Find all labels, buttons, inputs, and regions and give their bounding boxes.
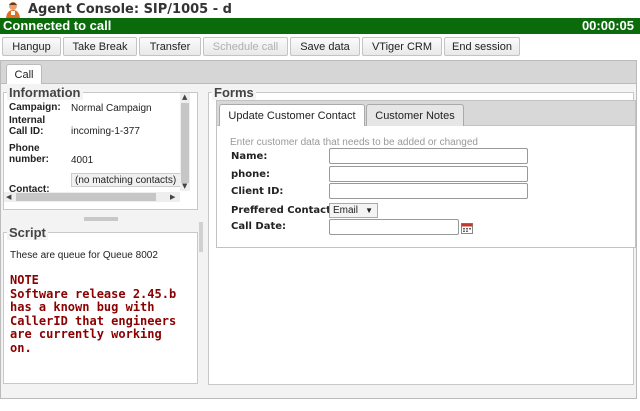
scroll-right-icon[interactable]: ▶	[170, 193, 175, 201]
hangup-button[interactable]: Hangup	[2, 37, 61, 56]
preferred-contact-select[interactable]: Email ▼	[329, 203, 378, 218]
preferred-contact-value: Email	[333, 205, 359, 216]
call-id-label: Internal Call ID:	[9, 115, 46, 137]
transfer-button[interactable]: Transfer	[139, 37, 201, 56]
horizontal-scroll-thumb[interactable]	[16, 193, 156, 201]
information-title: Information	[7, 85, 83, 100]
toolbar: Hangup Take Break Transfer Schedule call…	[0, 35, 640, 59]
form-hint: Enter customer data that needs to be add…	[230, 137, 478, 148]
name-input[interactable]	[329, 148, 528, 164]
agent-avatar-icon	[6, 2, 20, 18]
end-session-button[interactable]: End session	[444, 37, 520, 56]
scroll-left-icon[interactable]: ◀	[6, 193, 11, 201]
tab-update-customer-contact[interactable]: Update Customer Contact	[219, 104, 365, 127]
save-data-button[interactable]: Save data	[290, 37, 360, 56]
call-date-input[interactable]	[329, 219, 459, 235]
calendar-icon[interactable]	[461, 222, 473, 234]
vertical-splitter-handle[interactable]	[199, 222, 203, 252]
call-timer: 00:00:05	[581, 18, 634, 33]
client-id-input[interactable]	[329, 183, 528, 199]
client-id-label: Client ID:	[231, 186, 284, 197]
main-tab-strip: Call	[0, 60, 637, 85]
script-text: These are queue for Queue 8002	[10, 250, 158, 261]
info-horizontal-scrollbar[interactable]: ◀ ▶	[4, 192, 180, 202]
phone-input[interactable]	[329, 166, 528, 182]
campaign-label: Campaign:	[9, 102, 61, 113]
tab-customer-notes[interactable]: Customer Notes	[366, 104, 464, 127]
contact-match-select[interactable]: (no matching contacts)	[71, 173, 181, 187]
vtiger-crm-button[interactable]: VTiger CRM	[362, 37, 442, 56]
preferred-contact-label: Preffered Contact:	[231, 205, 335, 216]
phone-number-value: 4001	[71, 155, 94, 166]
forms-title: Forms	[212, 85, 256, 100]
panel-splitter-handle[interactable]	[84, 217, 118, 221]
phone-label: phone:	[231, 169, 271, 180]
tab-call[interactable]: Call	[6, 64, 42, 85]
call-date-label: Call Date:	[231, 221, 287, 232]
script-title: Script	[7, 225, 48, 240]
campaign-value: Normal Campaign	[71, 103, 152, 114]
call-id-value: incoming-1-377	[71, 126, 140, 137]
name-label: Name:	[231, 151, 268, 162]
window-title: Agent Console: SIP/1005 - d	[28, 2, 232, 17]
title-bar: Agent Console: SIP/1005 - d	[0, 0, 640, 18]
information-panel: Campaign: Normal Campaign Internal Call …	[3, 92, 198, 210]
schedule-call-button[interactable]: Schedule call	[203, 37, 288, 56]
phone-number-label: Phone number:	[9, 143, 49, 165]
take-break-button[interactable]: Take Break	[63, 37, 137, 56]
call-status-bar: Connected to call 00:00:05	[0, 18, 640, 34]
scroll-down-icon[interactable]: ▼	[182, 182, 187, 190]
info-vertical-scrollbar[interactable]: ▲ ▼	[180, 93, 190, 191]
forms-tab-strip: Update Customer Contact Customer Notes	[216, 100, 636, 127]
dropdown-arrow-icon: ▼	[365, 206, 373, 215]
script-note: NOTE Software release 2.45.b has a known…	[10, 273, 177, 355]
call-status-text: Connected to call	[3, 18, 112, 33]
vertical-scroll-thumb[interactable]	[181, 103, 189, 183]
scroll-up-icon[interactable]: ▲	[182, 93, 187, 101]
